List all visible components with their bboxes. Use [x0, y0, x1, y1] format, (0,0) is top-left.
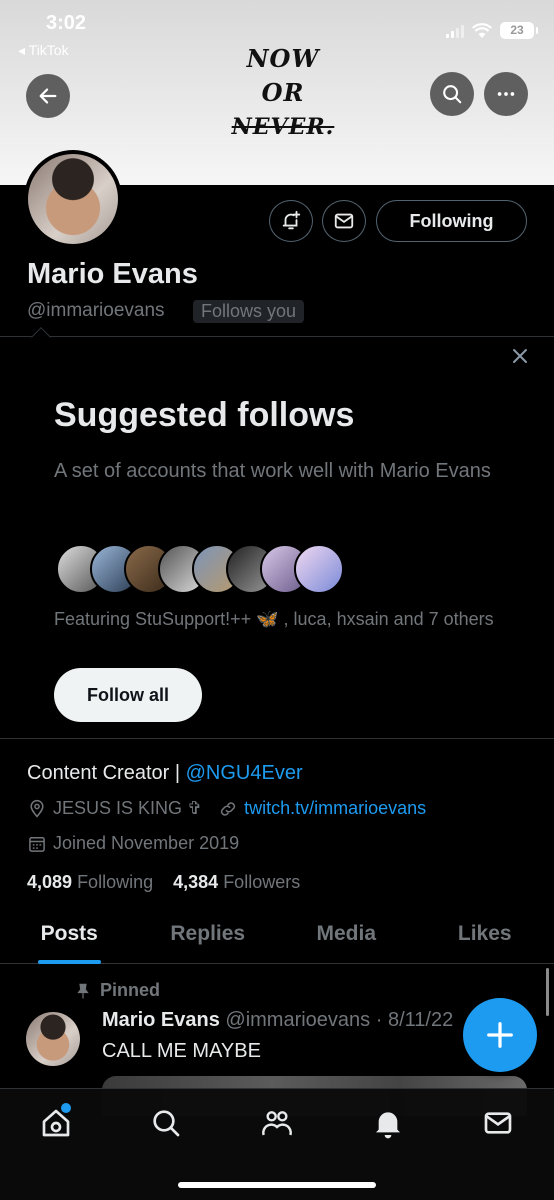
follow-all-button[interactable]: Follow all: [54, 668, 202, 722]
tab-replies[interactable]: Replies: [139, 910, 278, 963]
scrollbar[interactable]: [546, 968, 549, 1016]
battery-icon: 23: [500, 22, 538, 39]
back-button[interactable]: [26, 74, 70, 118]
home-indicator: [178, 1182, 376, 1188]
arrow-left-icon: [39, 88, 57, 104]
bell-icon[interactable]: [372, 1107, 404, 1139]
bell-plus-icon: [282, 210, 301, 230]
bio-mention-link[interactable]: @NGU4Ever: [186, 762, 303, 784]
search-button[interactable]: [430, 72, 474, 116]
profile-tabs: Posts Replies Media Likes: [0, 910, 554, 964]
pinned-text: Pinned: [100, 980, 161, 1000]
close-icon[interactable]: [508, 344, 532, 368]
banner-line-3: NEVER.: [231, 114, 335, 140]
card-caret: [31, 327, 51, 347]
avatar-photo: [28, 154, 118, 244]
suggested-avatar: [294, 544, 344, 594]
more-button[interactable]: [484, 72, 528, 116]
status-icons: 23: [446, 22, 538, 39]
tab-likes[interactable]: Likes: [416, 910, 554, 963]
tab-posts[interactable]: Posts: [0, 910, 139, 964]
divider: [0, 738, 554, 739]
profile-meta: JESUS IS KING ✞ twitch.tv/immarioevans: [27, 798, 426, 819]
divider: [0, 336, 554, 337]
joined-row: Joined November 2019: [27, 833, 239, 854]
bio: Content Creator | @NGU4Ever: [27, 762, 303, 785]
envelope-icon: [334, 213, 354, 229]
suggested-featuring: Featuring StuSupport!++ 🦋 , luca, hxsain…: [54, 609, 494, 629]
message-button[interactable]: [322, 200, 366, 242]
post-author[interactable]: Mario Evans: [102, 1009, 220, 1031]
display-name: Mario Evans: [27, 258, 198, 290]
wifi-icon: [472, 22, 492, 38]
followers-count: 4,384: [173, 872, 219, 892]
user-handle: @immarioevans: [27, 300, 165, 321]
link-icon: [221, 801, 236, 816]
messages-icon[interactable]: [482, 1107, 514, 1139]
more-icon: [497, 92, 515, 96]
post-meta: @immarioevans · 8/11/22: [225, 1009, 454, 1031]
tab-media[interactable]: Media: [277, 910, 416, 963]
post-avatar[interactable]: [26, 1012, 80, 1066]
location-text: JESUS IS KING ✞: [53, 798, 203, 818]
banner-line-1: NOW: [246, 44, 320, 73]
follows-you-badge: Follows you: [193, 300, 305, 323]
signal-icon: [446, 24, 464, 38]
suggested-follows-description: A set of accounts that work well with Ma…: [54, 460, 491, 482]
banner-line-2: OR: [261, 78, 305, 107]
following-label: Following: [77, 872, 154, 892]
followers-label: Followers: [223, 872, 301, 892]
profile-avatar[interactable]: [24, 150, 122, 248]
communities-icon[interactable]: [261, 1107, 293, 1139]
search-icon[interactable]: [150, 1107, 182, 1139]
search-icon: [443, 85, 462, 104]
notifications-toggle-button[interactable]: [269, 200, 313, 242]
bio-text: Content Creator |: [27, 762, 186, 784]
pinned-label: Pinned: [74, 980, 160, 1001]
banner-artwork: NOW OR NEVER.: [228, 42, 338, 144]
pin-icon: [77, 983, 89, 998]
follow-stats: 4,089 Following 4,384 Followers: [27, 872, 300, 893]
suggested-avatars[interactable]: [56, 544, 344, 594]
following-button[interactable]: Following: [376, 200, 527, 242]
avatar-photo: [26, 1012, 80, 1066]
unread-dot: [61, 1103, 71, 1113]
following-stat[interactable]: 4,089 Following: [27, 872, 153, 892]
joined-text: Joined November 2019: [53, 833, 240, 853]
calendar-icon: [29, 836, 45, 852]
post-text[interactable]: CALL ME MAYBE: [102, 1040, 261, 1063]
status-time: 3:02: [46, 12, 87, 34]
plus-icon: [487, 1022, 513, 1048]
suggested-follows-title: Suggested follows: [54, 396, 355, 434]
compose-button[interactable]: [463, 998, 537, 1072]
location-icon: [30, 799, 44, 818]
followers-stat[interactable]: 4,384 Followers: [173, 872, 300, 892]
post-header: Mario Evans @immarioevans · 8/11/22: [102, 1009, 453, 1032]
back-to-app-link[interactable]: ◂ TikTok: [18, 42, 69, 59]
website-link[interactable]: twitch.tv/immarioevans: [244, 798, 426, 819]
following-count: 4,089: [27, 872, 73, 892]
